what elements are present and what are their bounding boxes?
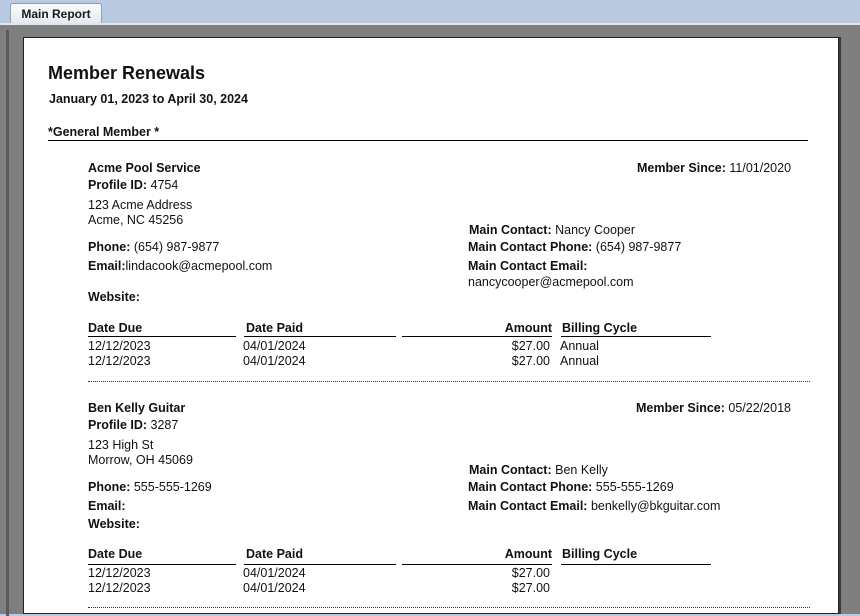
main-contact-phone: Main Contact Phone: 555-555-1269 (468, 480, 674, 494)
column-amount: Amount (504, 547, 552, 561)
payment-date-paid: 04/01/2024 (243, 339, 306, 353)
payment-amount: $27.00 (511, 354, 550, 368)
column-date-due: Date Due (88, 547, 143, 561)
main-contact-phone: Main Contact Phone: (654) 987-9877 (468, 240, 681, 254)
column-date-paid: Date Paid (246, 547, 303, 561)
main-contact-email-label: Main Contact Email: (468, 499, 588, 513)
main-contact: Main Contact: Nancy Cooper (469, 223, 635, 237)
frame-edge (6, 30, 9, 616)
email: Email: (88, 499, 126, 513)
main-contact-phone-value: (654) 987-9877 (595, 240, 682, 254)
header-underline (561, 336, 711, 337)
payment-date-due: 12/12/2023 (88, 339, 151, 353)
header-underline (88, 336, 236, 337)
profile-id: Profile ID: 4754 (88, 178, 178, 192)
email-value: lindacook@acmepool.com (125, 259, 273, 273)
tab-main-report[interactable]: Main Report (10, 3, 102, 24)
report-title: Member Renewals (48, 63, 206, 83)
website-label: Website: (88, 290, 140, 304)
main-contact: Main Contact: Ben Kelly (469, 463, 608, 477)
profile-id-value: 3287 (150, 418, 179, 432)
payment-billing-cycle: Annual (560, 339, 599, 353)
address-line-2: Acme, NC 45256 (88, 213, 184, 227)
payment-amount: $27.00 (511, 339, 550, 353)
phone: Phone: 555-555-1269 (88, 480, 212, 494)
profile-id-label: Profile ID: (88, 418, 148, 432)
header-underline (244, 564, 396, 565)
payment-date-due: 12/12/2023 (88, 581, 151, 595)
main-contact-email: Main Contact Email: benkelly@bkguitar.co… (468, 499, 720, 513)
main-contact-label: Main Contact: (469, 463, 552, 477)
email-label: Email: (88, 499, 126, 513)
report-page: Member Renewals January 01, 2023 to Apri… (23, 37, 839, 614)
payment-amount: $27.00 (511, 581, 550, 595)
member-separator (88, 607, 810, 608)
main-contact-phone-value: 555-555-1269 (595, 480, 674, 494)
group-header: *General Member * (48, 125, 160, 139)
phone: Phone: (654) 987-9877 (88, 240, 219, 254)
member-name: Ben Kelly Guitar (88, 401, 186, 415)
payment-amount: $27.00 (511, 566, 550, 580)
header-underline (561, 564, 711, 565)
column-amount: Amount (504, 321, 552, 335)
group-divider (48, 140, 808, 141)
payment-date-due: 12/12/2023 (88, 566, 151, 580)
email: Email:lindacook@acmepool.com (88, 259, 272, 273)
column-date-due: Date Due (88, 321, 143, 335)
email-label: Email: (88, 259, 126, 273)
header-underline (402, 564, 552, 565)
page-shadow (839, 37, 841, 614)
main-contact-label: Main Contact: (469, 223, 552, 237)
member-since: Member Since: 11/01/2020 (637, 161, 791, 175)
main-contact-phone-label: Main Contact Phone: (468, 240, 593, 254)
payment-date-due: 12/12/2023 (88, 354, 151, 368)
payment-date-paid: 04/01/2024 (243, 581, 306, 595)
main-contact-email-label: Main Contact Email: (468, 259, 588, 273)
address-line-1: 123 Acme Address (88, 198, 193, 212)
address-line-2: Morrow, OH 45069 (88, 453, 193, 467)
member-since: Member Since: 05/22/2018 (636, 401, 791, 415)
member-since-value: 11/01/2020 (729, 161, 792, 175)
header-underline (244, 336, 396, 337)
profile-id: Profile ID: 3287 (88, 418, 178, 432)
payment-billing-cycle: Annual (560, 354, 599, 368)
main-contact-email-value: benkelly@bkguitar.com (590, 499, 721, 513)
main-contact-value: Nancy Cooper (555, 223, 636, 237)
website: Website: (88, 517, 140, 531)
column-billing-cycle: Billing Cycle (562, 321, 638, 335)
profile-id-label: Profile ID: (88, 178, 148, 192)
address-line-1: 123 High St (88, 438, 154, 452)
phone-value: 555-555-1269 (133, 480, 212, 494)
member-separator (88, 381, 810, 382)
member-since-label: Member Since: (637, 161, 726, 175)
main-contact-value: Ben Kelly (555, 463, 608, 477)
main-contact-email-value: nancycooper@acmepool.com (468, 275, 634, 289)
header-underline (402, 336, 552, 337)
header-underline (88, 564, 236, 565)
column-billing-cycle: Billing Cycle (562, 547, 638, 561)
member-name: Acme Pool Service (88, 161, 201, 175)
website-label: Website: (88, 517, 140, 531)
main-contact-phone-label: Main Contact Phone: (468, 480, 593, 494)
payment-date-paid: 04/01/2024 (243, 354, 306, 368)
website: Website: (88, 290, 140, 304)
report-date-range: January 01, 2023 to April 30, 2024 (49, 92, 248, 106)
profile-id-value: 4754 (150, 178, 179, 192)
payment-date-paid: 04/01/2024 (243, 566, 306, 580)
tab-bar: Main Report (0, 0, 860, 24)
member-since-value: 05/22/2018 (728, 401, 791, 415)
phone-label: Phone: (88, 240, 131, 254)
phone-value: (654) 987-9877 (133, 240, 220, 254)
member-since-label: Member Since: (636, 401, 725, 415)
phone-label: Phone: (88, 480, 131, 494)
column-date-paid: Date Paid (246, 321, 303, 335)
